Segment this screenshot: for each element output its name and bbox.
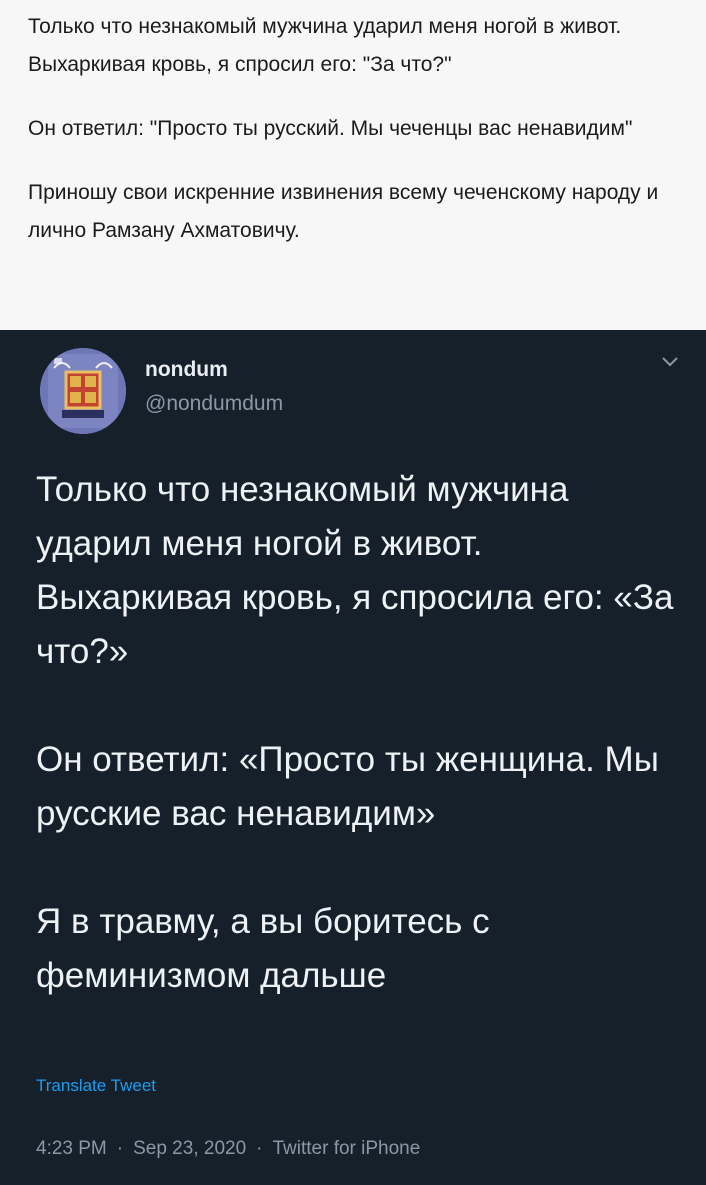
tweet-paragraph-1: Только что незнакомый мужчина ударил мен… xyxy=(36,470,674,671)
separator: · xyxy=(256,1138,263,1159)
tweet-time[interactable]: 4:23 PM xyxy=(36,1138,107,1159)
tweet-metadata: 4:23 PM · Sep 23, 2020 · Twitter for iPhone xyxy=(36,1138,420,1160)
chevron-down-icon[interactable] xyxy=(660,352,680,372)
avatar-image xyxy=(40,348,126,434)
tweet-source[interactable]: Twitter for iPhone xyxy=(272,1138,420,1159)
caption-paragraph-2: Он ответил: "Просто ты русский. Мы чечен… xyxy=(28,117,633,140)
user-handle[interactable]: @nondumdum xyxy=(145,392,283,416)
tweet-paragraph-3: Я в травму, а вы боритесь с феминизмом д… xyxy=(36,902,490,995)
tweet-text: Только что незнакомый мужчина ударил мен… xyxy=(36,463,676,1003)
translate-tweet-link[interactable]: Translate Tweet xyxy=(36,1076,156,1096)
tweet-paragraph-2: Он ответил: «Просто ты женщина. Мы русск… xyxy=(36,740,659,833)
caption-post: Только что незнакомый мужчина ударил мен… xyxy=(0,0,706,330)
embedded-tweet: nondum @nondumdum Только что незнакомый … xyxy=(0,330,706,1185)
separator: · xyxy=(116,1138,124,1159)
caption-paragraph-3: Приношу свои искренние извинения всему ч… xyxy=(28,181,659,242)
display-name[interactable]: nondum xyxy=(145,358,228,382)
avatar[interactable] xyxy=(40,348,126,434)
tweet-date[interactable]: Sep 23, 2020 xyxy=(133,1138,246,1159)
caption-paragraph-1: Только что незнакомый мужчина ударил мен… xyxy=(28,15,622,76)
